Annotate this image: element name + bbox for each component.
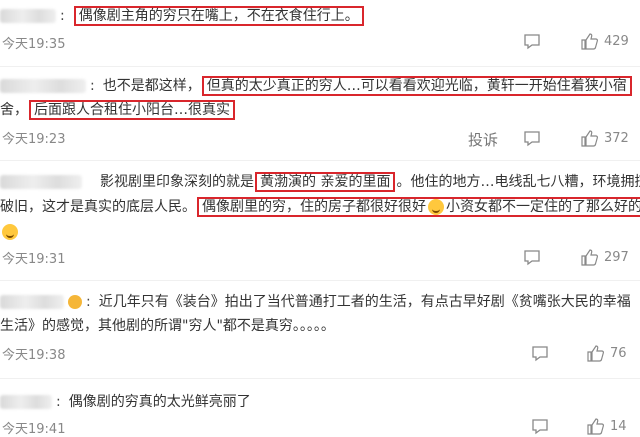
thumbs-up-icon: [581, 130, 598, 147]
reply-button[interactable]: [531, 419, 549, 435]
comment-icon: [532, 419, 548, 435]
comment-timestamp: 今天19:31: [2, 252, 66, 267]
like-button[interactable]: 76: [587, 345, 627, 362]
thumbs-up-icon: [587, 418, 604, 435]
divider: [0, 280, 640, 281]
comment-item: 影视剧里印象深刻的就是 黄渤演的 亲爱的里面 。他住的地方…电线乱七八糟，环境拥挤 …: [0, 166, 640, 274]
username-blurred[interactable]: [0, 175, 82, 189]
comment-text-line: : 也不是都这样， 但真的太少真正的穷人…可以看看欢迎光临，黄轩一开始住着狭小宿: [0, 76, 633, 96]
report-button[interactable]: 投诉: [468, 129, 498, 150]
like-count: 372: [604, 131, 629, 146]
comment-item: : 偶像剧的穷真的太光鲜亮丽了 今天19:41 14: [0, 384, 640, 437]
thumbs-up-icon: [581, 33, 598, 50]
comment-text-line: : 偶像剧的穷真的太光鲜亮丽了: [0, 392, 251, 412]
username-blurred[interactable]: [0, 295, 64, 309]
like-button[interactable]: 429: [581, 33, 629, 50]
like-button[interactable]: 372: [581, 130, 629, 147]
comment-text-line: [0, 222, 20, 242]
thumbs-up-icon: [587, 345, 604, 362]
emoji-icon: [68, 295, 82, 309]
comment-text-line: 影视剧里印象深刻的就是 黄渤演的 亲爱的里面 。他住的地方…电线乱七八糟，环境拥挤: [0, 172, 640, 192]
reply-button[interactable]: [523, 131, 541, 147]
divider: [0, 66, 640, 67]
username-blurred[interactable]: [0, 79, 86, 93]
comment-icon: [524, 131, 540, 147]
thumbs-up-icon: [581, 249, 598, 266]
comment-timestamp: 今天19:23: [2, 132, 66, 147]
reply-button[interactable]: [523, 34, 541, 50]
divider: [0, 160, 640, 161]
comment-text-line: 舍， 后面跟人合租住小阳台…很真实: [0, 100, 236, 120]
like-button[interactable]: 297: [581, 249, 629, 266]
laughing-emoji-icon: [2, 224, 18, 240]
comment-timestamp: 今天19:38: [2, 348, 66, 363]
comment-icon: [524, 34, 540, 50]
comment-icon: [532, 346, 548, 362]
like-count: 297: [604, 250, 629, 265]
comment-text: : 偶像剧主角的穷只在嘴上，不在衣食住行上。: [0, 6, 365, 26]
comment-item: : 偶像剧主角的穷只在嘴上，不在衣食住行上。 今天19:35 429: [0, 0, 640, 60]
like-count: 14: [610, 419, 627, 434]
username-blurred[interactable]: [0, 395, 52, 409]
comment-timestamp: 今天19:35: [2, 37, 66, 52]
comment-item: : 也不是都这样， 但真的太少真正的穷人…可以看看欢迎光临，黄轩一开始住着狭小宿 舍…: [0, 72, 640, 156]
comment-text-line: 生活》的感觉，其他剧的所谓"穷人"都不是真穷。。。。。: [0, 318, 335, 334]
username-blurred[interactable]: [0, 9, 56, 23]
like-count: 76: [610, 346, 627, 361]
comment-timestamp: 今天19:41: [2, 422, 66, 437]
reply-button[interactable]: [531, 346, 549, 362]
laughing-emoji-icon: [428, 199, 444, 215]
like-button[interactable]: 14: [587, 418, 627, 435]
comment-text-line: 破旧，这才是真实的底层人民。 偶像剧里的穷，住的房子都很好很好 小资女都不一定住的了…: [0, 197, 640, 217]
comment-text-line: : 近几年只有《装台》拍出了当代普通打工者的生活，有点古早好剧《贫嘴张大民的幸福: [0, 292, 631, 312]
reply-button[interactable]: [523, 250, 541, 266]
divider: [0, 378, 640, 379]
comment-item: : 近几年只有《装台》拍出了当代普通打工者的生活，有点古早好剧《贫嘴张大民的幸福 …: [0, 286, 640, 370]
like-count: 429: [604, 34, 629, 49]
comment-icon: [524, 250, 540, 266]
